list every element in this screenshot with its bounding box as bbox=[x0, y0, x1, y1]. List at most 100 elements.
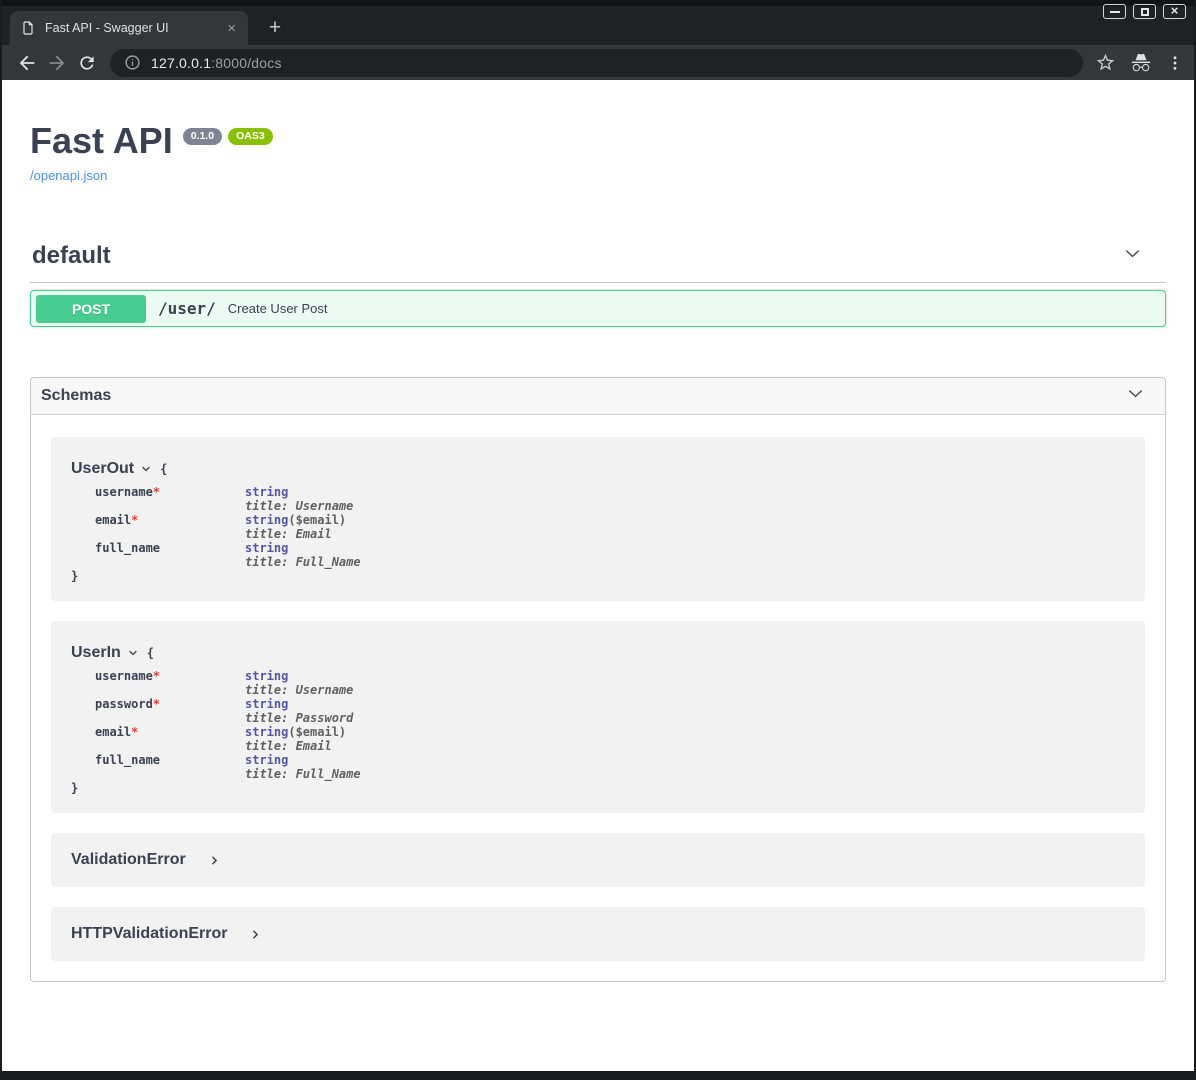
chevron-right-icon[interactable] bbox=[208, 854, 221, 867]
property-table: username* string title: Username passwor… bbox=[95, 669, 1125, 781]
toolbar-right-icons bbox=[1095, 52, 1184, 74]
brace-open: { bbox=[160, 462, 167, 476]
property-type: string bbox=[245, 485, 288, 499]
property-name: username* bbox=[95, 485, 245, 513]
required-star: * bbox=[153, 697, 160, 711]
brace-close: } bbox=[71, 569, 1125, 583]
new-tab-button[interactable]: + bbox=[262, 16, 288, 40]
chevron-right-icon[interactable] bbox=[249, 928, 262, 941]
schemas-header[interactable]: Schemas bbox=[31, 378, 1165, 415]
property-detail: string title: Full_Name bbox=[245, 541, 1125, 569]
property-format: ($email) bbox=[288, 513, 346, 527]
required-star: * bbox=[131, 513, 138, 527]
chevron-down-icon[interactable] bbox=[1126, 384, 1145, 408]
property-title: title: Username bbox=[245, 499, 1125, 513]
model-title-row[interactable]: UserIn { bbox=[71, 644, 1125, 662]
property-detail: string($email) title: Email bbox=[245, 513, 1125, 541]
address-bar[interactable]: 127.0.0.1:8000/docs bbox=[110, 49, 1083, 77]
schemas-body: UserOut { username* string title: Userna… bbox=[31, 415, 1165, 981]
property-name: username* bbox=[95, 669, 245, 697]
property-name: full_name bbox=[95, 753, 245, 781]
brace-close: } bbox=[71, 781, 1125, 795]
tab-strip: Fast API - Swagger UI × + bbox=[2, 6, 1194, 45]
schemas-section: Schemas UserOut { username* bbox=[30, 377, 1166, 982]
url-text: 127.0.0.1:8000/docs bbox=[151, 55, 282, 71]
brace-open: { bbox=[147, 646, 154, 660]
model-name: UserOut bbox=[71, 460, 134, 478]
property-table: username* string title: Username email* … bbox=[95, 485, 1125, 569]
model-name: HTTPValidationError bbox=[71, 925, 227, 943]
star-icon[interactable] bbox=[1095, 52, 1116, 73]
property-name: email* bbox=[95, 513, 245, 541]
version-badge: 0.1.0 bbox=[183, 128, 222, 145]
property-title: title: Email bbox=[245, 739, 1125, 753]
property-title: title: Full_Name bbox=[245, 555, 1125, 569]
reload-button[interactable] bbox=[72, 48, 102, 78]
maximize-button[interactable] bbox=[1133, 4, 1156, 19]
browser-toolbar: 127.0.0.1:8000/docs bbox=[2, 45, 1194, 80]
maximize-icon bbox=[1141, 8, 1149, 16]
close-button[interactable]: × bbox=[1163, 4, 1186, 19]
property-title: title: Email bbox=[245, 527, 1125, 541]
property-detail: string title: Password bbox=[245, 697, 1125, 725]
model-name: UserIn bbox=[71, 644, 121, 662]
required-star: * bbox=[153, 669, 160, 683]
opblock-post-user[interactable]: POST /user/ Create User Post bbox=[30, 290, 1166, 327]
model-httpvalidationerror[interactable]: HTTPValidationError bbox=[51, 907, 1145, 961]
model-userout: UserOut { username* string title: Userna… bbox=[51, 437, 1145, 601]
property-detail: string title: Username bbox=[245, 485, 1125, 513]
close-icon: × bbox=[1171, 4, 1179, 17]
schemas-label: Schemas bbox=[41, 387, 111, 405]
api-info-section: Fast API 0.1.0 OAS3 /openapi.json bbox=[30, 80, 1166, 185]
property-type: string bbox=[245, 753, 288, 767]
operation-summary: Create User Post bbox=[228, 301, 328, 316]
property-detail: string($email) title: Email bbox=[245, 725, 1125, 753]
property-type: string bbox=[245, 513, 288, 527]
property-name: password* bbox=[95, 697, 245, 725]
model-name: ValidationError bbox=[71, 851, 186, 869]
forward-button[interactable] bbox=[42, 48, 72, 78]
property-detail: string title: Full_Name bbox=[245, 753, 1125, 781]
property-title: title: Username bbox=[245, 683, 1125, 697]
kebab-menu-icon[interactable] bbox=[1166, 54, 1184, 72]
back-button[interactable] bbox=[12, 48, 42, 78]
document-icon bbox=[20, 20, 36, 36]
window-controls: × bbox=[1103, 4, 1186, 19]
tag-section-default: default POST /user/ Create User Post bbox=[30, 234, 1166, 327]
operation-path: /user/ bbox=[158, 299, 216, 318]
property-type: string bbox=[245, 697, 288, 711]
openapi-spec-link[interactable]: /openapi.json bbox=[30, 168, 107, 183]
minimize-icon bbox=[1110, 11, 1120, 13]
chevron-down-icon[interactable] bbox=[127, 647, 139, 659]
incognito-icon[interactable] bbox=[1130, 52, 1152, 74]
property-detail: string title: Username bbox=[245, 669, 1125, 697]
oas3-badge: OAS3 bbox=[228, 128, 273, 145]
model-userin: UserIn { username* string title: Usernam… bbox=[51, 621, 1145, 813]
model-title-row[interactable]: UserOut { bbox=[71, 460, 1125, 478]
tab-title: Fast API - Swagger UI bbox=[45, 21, 223, 35]
browser-tab[interactable]: Fast API - Swagger UI × bbox=[10, 11, 248, 45]
browser-window: × Fast API - Swagger UI × + bbox=[0, 0, 1196, 1080]
property-type: string bbox=[245, 541, 288, 555]
required-star: * bbox=[153, 485, 160, 499]
tag-header[interactable]: default bbox=[30, 234, 1166, 283]
info-circle-icon[interactable] bbox=[124, 54, 141, 71]
property-name: full_name bbox=[95, 541, 245, 569]
tag-label: default bbox=[32, 242, 111, 270]
model-validationerror[interactable]: ValidationError bbox=[51, 833, 1145, 887]
url-host: 127.0.0.1 bbox=[151, 55, 211, 71]
url-path: :8000/docs bbox=[211, 55, 282, 71]
tab-close-icon[interactable]: × bbox=[223, 21, 240, 36]
chevron-down-icon[interactable] bbox=[1123, 244, 1142, 268]
property-type: string bbox=[245, 725, 288, 739]
property-name: email* bbox=[95, 725, 245, 753]
minimize-button[interactable] bbox=[1103, 4, 1126, 19]
required-star: * bbox=[131, 725, 138, 739]
property-format: ($email) bbox=[288, 725, 346, 739]
chevron-down-icon[interactable] bbox=[140, 463, 152, 475]
swagger-page: Fast API 0.1.0 OAS3 /openapi.json defaul… bbox=[2, 80, 1194, 1071]
method-badge: POST bbox=[36, 295, 146, 323]
property-title: title: Full_Name bbox=[245, 767, 1125, 781]
property-title: title: Password bbox=[245, 711, 1125, 725]
property-type: string bbox=[245, 669, 288, 683]
